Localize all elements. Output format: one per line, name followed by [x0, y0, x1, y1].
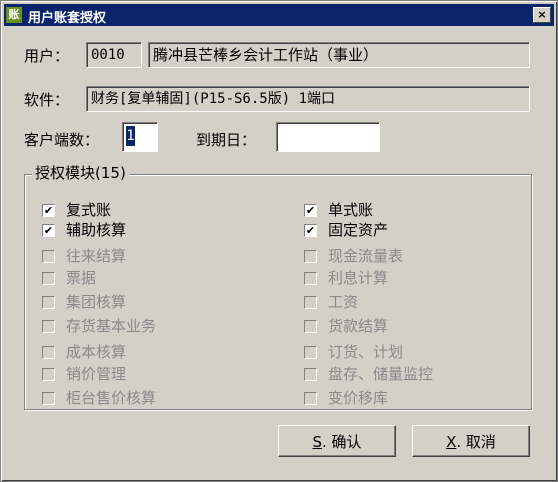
modules-group-title: 授权模块(15): [32, 162, 129, 183]
user-label: 用户：: [24, 47, 70, 65]
module-label: 集团核算: [66, 293, 127, 311]
checkbox-box: [42, 392, 55, 405]
close-button[interactable]: ×: [533, 7, 551, 23]
checkbox-box: [42, 368, 55, 381]
module-label: 盘存、储量监控: [328, 365, 434, 383]
expiry-date-input[interactable]: [276, 122, 380, 152]
checkbox-box[interactable]: ✔: [304, 224, 317, 237]
checkbox-box: [42, 272, 55, 285]
client-count-input[interactable]: 1: [122, 122, 158, 152]
module-label: 订货、计划: [328, 343, 404, 361]
module-label: 往来结算: [66, 247, 127, 265]
cancel-label: . 取消: [456, 433, 496, 451]
user-code-field: 0010: [86, 42, 142, 68]
checkbox-box[interactable]: ✔: [42, 204, 55, 217]
close-icon: ×: [537, 8, 547, 21]
cancel-hotkey: X: [446, 433, 457, 451]
confirm-hotkey: S: [312, 433, 322, 451]
checkbox-box: [304, 320, 317, 333]
app-icon: 账: [6, 7, 22, 23]
dialog-title: 用户账套授权: [28, 11, 107, 26]
module-label: 成本核算: [66, 343, 127, 361]
module-label: 复式账: [66, 201, 112, 219]
module-label: 单式账: [328, 201, 374, 219]
module-label: 辅助核算: [66, 221, 127, 239]
module-label: 利息计算: [328, 269, 389, 287]
software-field: 财务[复单辅固](P15-S6.5版) 1端口: [86, 86, 530, 112]
module-label: 销价管理: [66, 365, 127, 383]
module-label: 工资: [328, 293, 359, 311]
confirm-label: . 确认: [321, 433, 362, 451]
checkbox-box: [42, 346, 55, 359]
checkbox-box: [42, 296, 55, 309]
checkbox-box: [304, 392, 317, 405]
cancel-button[interactable]: X. 取消: [412, 425, 530, 457]
module-label: 固定资产: [328, 221, 389, 239]
module-label: 柜台售价核算: [66, 389, 157, 407]
expiry-date-label: 到期日：: [196, 131, 257, 149]
module-label: 存货基本业务: [66, 317, 157, 335]
client-count-label: 客户端数：: [24, 131, 100, 149]
checkbox-box: [304, 368, 317, 381]
checkbox-box: [304, 346, 317, 359]
confirm-button[interactable]: S. 确认: [278, 425, 396, 457]
checkbox-box[interactable]: ✔: [304, 204, 317, 217]
checkbox-box[interactable]: ✔: [42, 224, 55, 237]
user-name-field: 腾冲县芒棒乡会计工作站（事业）: [148, 42, 530, 68]
checkbox-box: [304, 272, 317, 285]
module-label: 票据: [66, 269, 97, 287]
checkbox-box: [42, 250, 55, 263]
module-label: 现金流量表: [328, 247, 404, 265]
software-label: 软件：: [24, 91, 70, 109]
title-bar[interactable]: 账 用户账套授权 ×: [4, 4, 554, 26]
module-label: 变价移库: [328, 389, 389, 407]
client-count-value: 1: [126, 126, 135, 146]
checkbox-box: [304, 296, 317, 309]
checkbox-box: [304, 250, 317, 263]
checkbox-box: [42, 320, 55, 333]
module-label: 货款结算: [328, 317, 389, 335]
